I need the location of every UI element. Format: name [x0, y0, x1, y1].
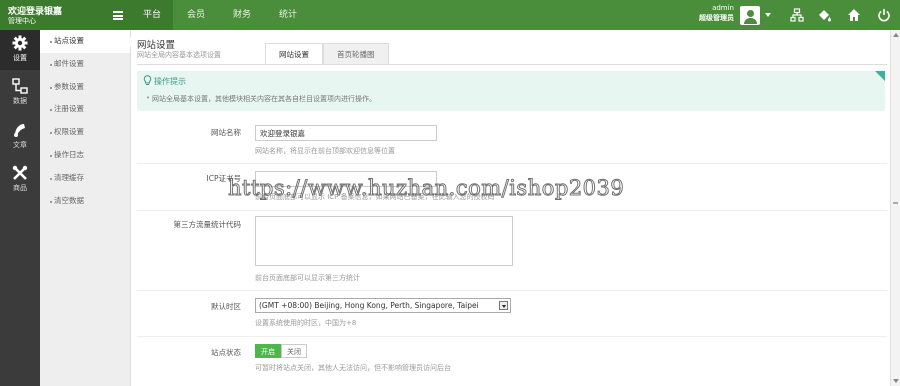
submenu-item-permission-settings[interactable]: 权限设置 [40, 121, 130, 144]
tip-text: 网站全局基本设置，其他模块相关内容在其各自栏目设置项内进行操作。 [146, 94, 376, 104]
submenu-item-register-settings[interactable]: 注册设置 [40, 98, 130, 121]
site-name-hint: 网站名称，将显示在前台顶部欢迎信息等位置 [255, 147, 395, 155]
form-row-site-status: 站点状态 开启 关闭 可暂时将站点关闭，其他人无法访问，但不影响管理员访问后台 [137, 337, 887, 386]
timezone-value: (GMT +08:00) Beijing, Hong Kong, Perth, … [259, 301, 479, 310]
tab-site-settings[interactable]: 网站设置 [265, 43, 323, 64]
sidebar-item-settings[interactable]: 设置 [0, 30, 40, 70]
lightbulb-icon [143, 75, 152, 85]
page-subtitle: 网站全局内容基本选项设置 [137, 51, 221, 59]
sidebar-item-label: 文章 [13, 141, 27, 149]
brand-subtitle: 管理中心 [8, 17, 36, 25]
site-name-label: 网站名称 [211, 128, 241, 137]
sidebar-item-data[interactable]: 数据 [0, 73, 40, 113]
tip-title: 操作提示 [154, 77, 186, 86]
stats-code-textarea[interactable] [255, 216, 513, 266]
brand: 欢迎登录银嘉 管理中心 [0, 0, 131, 30]
watermark: https://www.huzhan.com/ishop2039 [227, 176, 625, 201]
tab-bar: 网站设置 首页轮播图 [265, 43, 389, 64]
left-sidebar: 设置 数据 文章 商品 [0, 30, 40, 386]
sidebar-item-label: 数据 [13, 97, 27, 105]
stats-code-hint: 前台页面底部可以显示第三方统计 [255, 274, 360, 282]
submenu-item-clear-cache[interactable]: 清理缓存 [40, 167, 130, 190]
site-name-input[interactable]: 欢迎登录银嘉 [255, 125, 437, 141]
paint-bucket-icon[interactable] [817, 8, 831, 22]
top-bar: 欢迎登录银嘉 管理中心 平台 会员 财务 统计 admin 超级管理员 [0, 0, 900, 30]
site-status-toggle: 开启 关闭 [255, 344, 307, 358]
menu-toggle-icon[interactable] [113, 11, 123, 20]
site-status-label: 站点状态 [211, 348, 241, 357]
scroll-down-icon[interactable] [893, 379, 899, 383]
tab-divider [137, 64, 887, 65]
submenu-item-operation-log[interactable]: 操作日志 [40, 144, 130, 167]
submenu-item-site-settings[interactable]: 站点设置 [40, 30, 131, 53]
site-open-button[interactable]: 开启 [255, 344, 281, 358]
site-close-button[interactable]: 关闭 [281, 344, 307, 358]
home-icon[interactable] [847, 8, 861, 22]
top-nav: 平台 会员 财务 统计 [131, 0, 311, 30]
main-content: 网站设置 网站全局内容基本选项设置 网站设置 首页轮播图 操作提示 网站全局基本… [131, 30, 900, 386]
timezone-label: 默认时区 [211, 302, 241, 311]
sidebar-item-article[interactable]: 文章 [0, 117, 40, 157]
tools-icon [12, 165, 28, 180]
sitemap-icon[interactable] [790, 8, 804, 22]
tab-home-carousel[interactable]: 首页轮播图 [323, 43, 389, 64]
avatar[interactable] [740, 6, 760, 25]
icp-label: ICP证书号 [206, 174, 241, 183]
form-row-stats-code: 第三方流量统计代码 前台页面底部可以显示第三方统计 [137, 211, 887, 291]
scrollbar[interactable] [890, 30, 900, 386]
gear-icon [12, 35, 28, 51]
user-name: admin [712, 4, 734, 12]
sitemap-icon [12, 78, 28, 94]
tip-panel: 操作提示 网站全局基本设置，其他模块相关内容在其各自栏目设置项内进行操作。 [137, 71, 885, 111]
stats-code-label: 第三方流量统计代码 [173, 220, 242, 229]
submenu-item-clear-data[interactable]: 清空数据 [40, 190, 130, 213]
user-info[interactable]: admin 超级管理员 [680, 4, 734, 23]
scroll-thumb[interactable] [893, 202, 898, 204]
article-icon [14, 124, 25, 137]
timezone-hint: 设置系统使用的时区，中国为+8 [255, 319, 357, 327]
top-nav-stats[interactable]: 统计 [265, 0, 311, 30]
chevron-down-icon[interactable] [499, 301, 508, 310]
sub-menu: 站点设置 邮件设置 参数设置 注册设置 权限设置 操作日志 清理缓存 清空数据 [40, 30, 131, 386]
chevron-down-icon[interactable] [765, 13, 771, 17]
page-title: 网站设置 [137, 40, 176, 51]
power-icon[interactable] [877, 8, 891, 22]
top-nav-finance[interactable]: 财务 [219, 0, 265, 30]
form-row-timezone: 默认时区 (GMT +08:00) Beijing, Hong Kong, Pe… [137, 291, 887, 337]
timezone-select[interactable]: (GMT +08:00) Beijing, Hong Kong, Perth, … [255, 298, 511, 313]
form-row-site-name: 网站名称 欢迎登录银嘉 网站名称，将显示在前台顶部欢迎信息等位置 [137, 118, 887, 164]
sidebar-item-goods[interactable]: 商品 [0, 160, 40, 200]
submenu-item-param-settings[interactable]: 参数设置 [40, 76, 130, 99]
top-nav-member[interactable]: 会员 [173, 0, 219, 30]
collapse-corner-icon[interactable] [875, 71, 885, 81]
top-nav-platform[interactable]: 平台 [131, 0, 174, 30]
sidebar-item-label: 商品 [13, 184, 27, 192]
user-role: 超级管理员 [699, 14, 734, 22]
site-status-hint: 可暂时将站点关闭，其他人无法访问，但不影响管理员访问后台 [255, 364, 451, 372]
scroll-up-icon[interactable] [893, 33, 899, 37]
submenu-item-mail-settings[interactable]: 邮件设置 [40, 53, 130, 76]
sidebar-item-label: 设置 [13, 54, 27, 62]
